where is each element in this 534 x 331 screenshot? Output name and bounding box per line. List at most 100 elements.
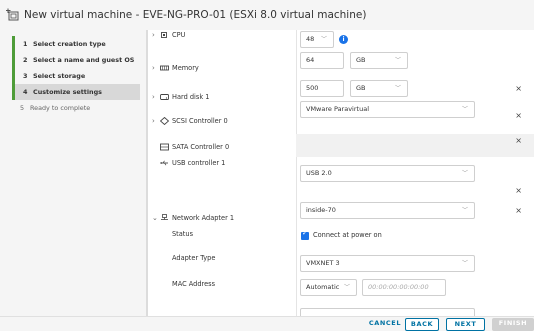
remove-hard-disk-close-icon[interactable]: × — [515, 84, 522, 93]
chevron-down-icon: ﹀ — [320, 36, 327, 43]
usb-label-group: USB controller 1 — [160, 159, 225, 167]
network-select[interactable]: inside-70 ﹀ — [300, 202, 475, 219]
usb-type: USB 2.0 — [306, 169, 332, 177]
sata-controller-icon — [160, 143, 169, 151]
step-number: 1 — [23, 40, 28, 48]
adapter-type-row: Adapter Type VMXNET 3 ﹀ — [148, 248, 534, 276]
usb-label: USB controller 1 — [172, 159, 226, 167]
cpu-icon — [160, 31, 169, 39]
adapter-type-select[interactable]: VMXNET 3 ﹀ — [300, 255, 475, 272]
usb-icon — [160, 159, 169, 167]
cpu-row: › CPU 48 ﹀ i — [148, 30, 534, 50]
back-button[interactable]: BACK — [405, 318, 439, 331]
chevron-down-icon: ﹀ — [394, 85, 401, 92]
cpu-label: CPU — [172, 31, 186, 39]
chevron-down-icon: ﹀ — [461, 260, 468, 267]
step-label: Select storage — [33, 72, 86, 80]
step-number: 5 — [20, 104, 25, 112]
remove-usb-close-icon[interactable]: × — [515, 186, 522, 195]
status-label: Status — [172, 230, 194, 238]
step-label: Select a name and guest OS — [33, 56, 135, 64]
mac-address-input[interactable]: 00:00:00:00:00:00 — [362, 279, 446, 296]
usb-controller-row: USB controller 1 USB 2.0 ﹀ × — [148, 157, 534, 198]
network-adapter-row: ⌄ Network Adapter 1 inside-70 ﹀ × — [148, 198, 534, 226]
next-field-partial — [300, 308, 475, 316]
step-select-name-guest-os[interactable]: 2 Select a name and guest OS — [15, 52, 140, 68]
chevron-down-icon: ﹀ — [343, 284, 350, 291]
wizard-footer: CANCEL BACK NEXT FINISH — [0, 316, 534, 331]
network-adapter-label: Network Adapter 1 — [172, 214, 235, 222]
chevron-down-icon: ﹀ — [394, 57, 401, 64]
adapter-type-value: VMXNET 3 — [306, 259, 340, 267]
network-adapter-expander[interactable]: ⌄ Network Adapter 1 — [152, 214, 234, 222]
checkmark-icon: ✓ — [302, 229, 308, 237]
connect-at-power-on-checkbox[interactable]: ✓ — [301, 229, 309, 240]
memory-unit-select[interactable]: GB ﹀ — [350, 52, 408, 69]
cancel-button[interactable]: CANCEL — [364, 318, 406, 331]
chevron-right-icon: › — [152, 117, 155, 125]
chevron-right-icon: › — [152, 93, 155, 101]
sata-label-group: SATA Controller 0 — [160, 143, 229, 151]
window-title: New virtual machine - EVE-NG-PRO-01 (ESX… — [24, 9, 367, 21]
memory-expander[interactable]: › Memory — [152, 64, 199, 72]
window-titlebar: New virtual machine - EVE-NG-PRO-01 (ESX… — [0, 0, 534, 30]
chevron-down-icon: ﹀ — [461, 207, 468, 214]
network-adapter-icon — [160, 214, 169, 222]
memory-label: Memory — [172, 64, 199, 72]
step-number: 2 — [23, 56, 28, 64]
hard-disk-icon — [160, 93, 169, 101]
info-icon[interactable]: i — [339, 35, 348, 44]
hard-disk-unit: GB — [356, 84, 366, 92]
memory-input[interactable]: 64 — [300, 52, 344, 69]
customize-settings-panel: › CPU 48 ﹀ i › Memory 64 GB ﹀ › Hard dis… — [148, 30, 534, 316]
finish-button: FINISH — [492, 318, 534, 331]
chevron-down-icon: ﹀ — [461, 170, 468, 177]
step-customize-settings[interactable]: 4 Customize settings — [15, 84, 140, 100]
adapter-type-label: Adapter Type — [172, 254, 216, 262]
scsi-expander[interactable]: › SCSI Controller 0 — [152, 116, 228, 126]
connect-at-power-on-label: Connect at power on — [313, 231, 382, 239]
wizard-steps: 1 Select creation type 2 Select a name and… — [12, 36, 140, 100]
usb-type-select[interactable]: USB 2.0 ﹀ — [300, 165, 475, 182]
step-number: 4 — [23, 88, 28, 96]
scsi-label: SCSI Controller 0 — [172, 117, 228, 125]
chevron-right-icon: › — [152, 31, 155, 39]
wizard-sidebar: 1 Select creation type 2 Select a name and… — [0, 30, 146, 316]
step-label: Customize settings — [33, 88, 102, 96]
network-value: inside-70 — [306, 206, 336, 214]
step-ready-to-complete: 5 Ready to complete — [12, 100, 140, 116]
remove-network-adapter-close-icon[interactable]: × — [515, 206, 522, 215]
memory-row: › Memory 64 GB ﹀ — [148, 50, 534, 80]
scsi-type-select[interactable]: VMware Paravirtual ﹀ — [300, 101, 475, 118]
step-number: 3 — [23, 72, 28, 80]
remove-scsi-close-icon[interactable]: × — [515, 111, 522, 120]
chevron-down-icon: ﹀ — [461, 106, 468, 113]
step-select-creation-type[interactable]: 1 Select creation type — [15, 36, 140, 52]
hard-disk-expander[interactable]: › Hard disk 1 — [152, 93, 209, 101]
remove-sata-close-icon[interactable]: × — [515, 136, 522, 145]
step-label: Select creation type — [33, 40, 106, 48]
cpu-value: 48 — [306, 35, 315, 43]
sata-label: SATA Controller 0 — [172, 143, 230, 151]
hard-disk-unit-select[interactable]: GB ﹀ — [350, 80, 408, 97]
network-status-row: Status ✓ Connect at power on — [148, 226, 534, 248]
hard-disk-size-input[interactable]: 500 — [300, 80, 344, 97]
mac-address-row: MAC Address Automatic ﹀ 00:00:00:00:00:00 — [148, 276, 534, 300]
step-label: Ready to complete — [30, 104, 91, 112]
chevron-down-icon: ⌄ — [152, 214, 158, 222]
scsi-controller-icon — [159, 116, 170, 126]
mac-mode-select[interactable]: Automatic ﹀ — [300, 279, 357, 296]
scsi-controller-row: › SCSI Controller 0 VMware Paravirtual ﹀ … — [148, 101, 534, 134]
cpu-select[interactable]: 48 ﹀ — [300, 31, 334, 48]
step-select-storage[interactable]: 3 Select storage — [15, 68, 140, 84]
mac-mode-value: Automatic — [306, 283, 340, 291]
hard-disk-size: 500 — [306, 84, 319, 92]
mac-address-label: MAC Address — [172, 280, 216, 288]
next-button[interactable]: NEXT — [446, 318, 485, 331]
memory-value: 64 — [306, 56, 315, 64]
sata-controller-row: SATA Controller 0 × — [148, 134, 534, 157]
new-vm-icon — [6, 8, 20, 22]
cpu-expander[interactable]: › CPU — [152, 31, 185, 39]
memory-icon — [160, 64, 169, 72]
chevron-right-icon: › — [152, 64, 155, 72]
